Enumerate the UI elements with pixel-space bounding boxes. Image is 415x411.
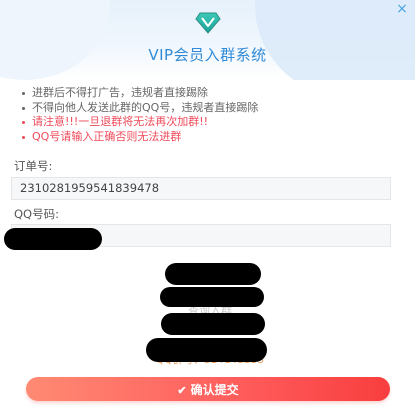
redaction-bar	[161, 313, 265, 335]
notice-item-warning: QQ号请输入正确否则无法进群	[22, 130, 258, 145]
notice-item-warning: 请注意!!!一旦退群将无法再次加群!!	[22, 115, 258, 130]
order-number-field[interactable]: 2310281959541839478	[11, 177, 391, 200]
dialog-header: VIP会员入群系统	[0, 0, 415, 80]
redaction-bar	[165, 263, 261, 285]
redaction-bar	[4, 228, 102, 250]
submit-button-label: 确认提交	[190, 383, 239, 397]
notice-item: 进群后不得打广告，违规者直接踢除	[22, 86, 258, 101]
header-decoration	[255, 0, 415, 80]
notice-item: 不得向他人发送此群的QQ号，违规者直接踢除	[22, 101, 258, 116]
header-decoration	[0, 0, 110, 80]
diamond-icon	[195, 12, 221, 34]
redaction-bar	[160, 287, 264, 307]
order-number-label: 订单号:	[14, 159, 53, 173]
close-icon[interactable]: ×	[395, 2, 409, 16]
notice-list: 进群后不得打广告，违规者直接踢除 不得向他人发送此群的QQ号，违规者直接踢除 请…	[22, 86, 258, 144]
check-icon: ✔	[177, 385, 187, 397]
qq-number-label: QQ号码:	[14, 207, 59, 221]
redaction-bar	[146, 338, 267, 362]
dialog-title: VIP会员入群系统	[148, 46, 267, 64]
submit-button[interactable]: ✔ 确认提交	[26, 377, 390, 401]
